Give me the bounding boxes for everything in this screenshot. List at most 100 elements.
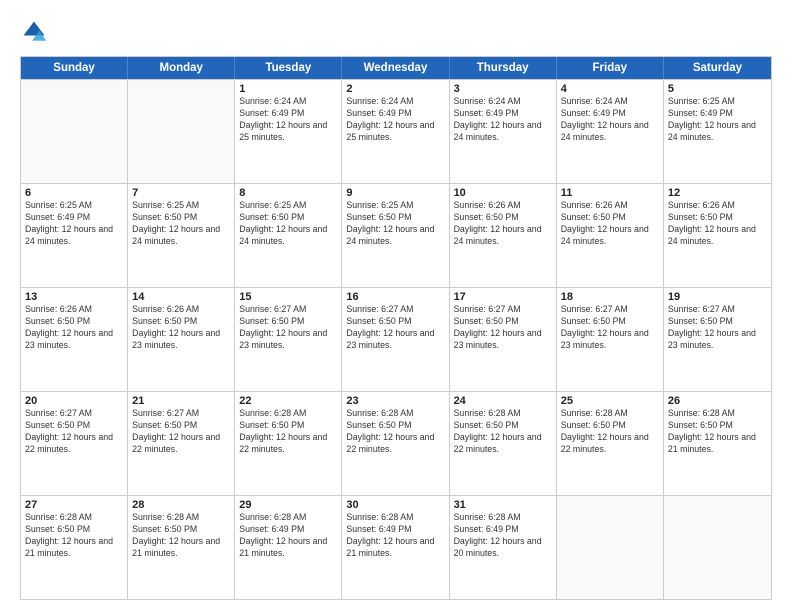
day-cell-21: 21Sunrise: 6:27 AM Sunset: 6:50 PM Dayli… (128, 392, 235, 495)
day-info: Sunrise: 6:27 AM Sunset: 6:50 PM Dayligh… (561, 304, 659, 352)
day-number: 15 (239, 291, 337, 303)
day-number: 19 (668, 291, 767, 303)
day-number: 5 (668, 83, 767, 95)
day-info: Sunrise: 6:26 AM Sunset: 6:50 PM Dayligh… (132, 304, 230, 352)
day-info: Sunrise: 6:27 AM Sunset: 6:50 PM Dayligh… (346, 304, 444, 352)
day-info: Sunrise: 6:25 AM Sunset: 6:50 PM Dayligh… (132, 200, 230, 248)
day-number: 16 (346, 291, 444, 303)
day-info: Sunrise: 6:27 AM Sunset: 6:50 PM Dayligh… (239, 304, 337, 352)
day-cell-27: 27Sunrise: 6:28 AM Sunset: 6:50 PM Dayli… (21, 496, 128, 599)
day-number: 2 (346, 83, 444, 95)
day-number: 7 (132, 187, 230, 199)
calendar: SundayMondayTuesdayWednesdayThursdayFrid… (20, 56, 772, 600)
day-cell-5: 5Sunrise: 6:25 AM Sunset: 6:49 PM Daylig… (664, 80, 771, 183)
day-info: Sunrise: 6:28 AM Sunset: 6:50 PM Dayligh… (346, 408, 444, 456)
day-info: Sunrise: 6:28 AM Sunset: 6:50 PM Dayligh… (668, 408, 767, 456)
day-cell-12: 12Sunrise: 6:26 AM Sunset: 6:50 PM Dayli… (664, 184, 771, 287)
day-cell-23: 23Sunrise: 6:28 AM Sunset: 6:50 PM Dayli… (342, 392, 449, 495)
week-row-3: 13Sunrise: 6:26 AM Sunset: 6:50 PM Dayli… (21, 287, 771, 391)
day-number: 21 (132, 395, 230, 407)
day-cell-1: 1Sunrise: 6:24 AM Sunset: 6:49 PM Daylig… (235, 80, 342, 183)
day-number: 9 (346, 187, 444, 199)
day-info: Sunrise: 6:28 AM Sunset: 6:49 PM Dayligh… (239, 512, 337, 560)
day-number: 27 (25, 499, 123, 511)
day-info: Sunrise: 6:27 AM Sunset: 6:50 PM Dayligh… (132, 408, 230, 456)
day-number: 8 (239, 187, 337, 199)
week-row-4: 20Sunrise: 6:27 AM Sunset: 6:50 PM Dayli… (21, 391, 771, 495)
day-info: Sunrise: 6:27 AM Sunset: 6:50 PM Dayligh… (668, 304, 767, 352)
calendar-header: SundayMondayTuesdayWednesdayThursdayFrid… (21, 57, 771, 79)
day-info: Sunrise: 6:25 AM Sunset: 6:49 PM Dayligh… (668, 96, 767, 144)
day-cell-18: 18Sunrise: 6:27 AM Sunset: 6:50 PM Dayli… (557, 288, 664, 391)
day-cell-6: 6Sunrise: 6:25 AM Sunset: 6:49 PM Daylig… (21, 184, 128, 287)
day-cell-2: 2Sunrise: 6:24 AM Sunset: 6:49 PM Daylig… (342, 80, 449, 183)
day-number: 28 (132, 499, 230, 511)
empty-cell (21, 80, 128, 183)
day-number: 17 (454, 291, 552, 303)
day-info: Sunrise: 6:24 AM Sunset: 6:49 PM Dayligh… (346, 96, 444, 144)
day-number: 3 (454, 83, 552, 95)
page: SundayMondayTuesdayWednesdayThursdayFrid… (0, 0, 792, 612)
day-info: Sunrise: 6:28 AM Sunset: 6:50 PM Dayligh… (239, 408, 337, 456)
day-cell-17: 17Sunrise: 6:27 AM Sunset: 6:50 PM Dayli… (450, 288, 557, 391)
day-cell-26: 26Sunrise: 6:28 AM Sunset: 6:50 PM Dayli… (664, 392, 771, 495)
day-number: 6 (25, 187, 123, 199)
day-number: 31 (454, 499, 552, 511)
day-number: 12 (668, 187, 767, 199)
day-cell-3: 3Sunrise: 6:24 AM Sunset: 6:49 PM Daylig… (450, 80, 557, 183)
empty-cell (557, 496, 664, 599)
day-header-saturday: Saturday (664, 57, 771, 79)
calendar-body: 1Sunrise: 6:24 AM Sunset: 6:49 PM Daylig… (21, 79, 771, 599)
day-info: Sunrise: 6:27 AM Sunset: 6:50 PM Dayligh… (25, 408, 123, 456)
day-cell-28: 28Sunrise: 6:28 AM Sunset: 6:50 PM Dayli… (128, 496, 235, 599)
empty-cell (128, 80, 235, 183)
logo (20, 18, 52, 46)
day-number: 22 (239, 395, 337, 407)
day-number: 18 (561, 291, 659, 303)
day-info: Sunrise: 6:26 AM Sunset: 6:50 PM Dayligh… (668, 200, 767, 248)
day-cell-4: 4Sunrise: 6:24 AM Sunset: 6:49 PM Daylig… (557, 80, 664, 183)
day-cell-7: 7Sunrise: 6:25 AM Sunset: 6:50 PM Daylig… (128, 184, 235, 287)
day-number: 26 (668, 395, 767, 407)
week-row-1: 1Sunrise: 6:24 AM Sunset: 6:49 PM Daylig… (21, 79, 771, 183)
logo-icon (20, 18, 48, 46)
day-number: 11 (561, 187, 659, 199)
day-number: 30 (346, 499, 444, 511)
day-header-monday: Monday (128, 57, 235, 79)
week-row-5: 27 Sunrise: 6:28 AM Sunset: 6:50 PM Dayli… (21, 495, 771, 599)
day-cell-24: 24Sunrise: 6:28 AM Sunset: 6:50 PM Dayli… (450, 392, 557, 495)
day-cell-22: 22Sunrise: 6:28 AM Sunset: 6:50 PM Dayli… (235, 392, 342, 495)
day-info: Sunrise: 6:27 AM Sunset: 6:50 PM Dayligh… (454, 304, 552, 352)
day-info: Sunrise: 6:28 AM Sunset: 6:50 PM Dayligh… (132, 512, 230, 560)
day-number: 13 (25, 291, 123, 303)
day-info: Sunrise: 6:28 AM Sunset: 6:49 PM Dayligh… (454, 512, 552, 560)
day-cell-25: 25Sunrise: 6:28 AM Sunset: 6:50 PM Dayli… (557, 392, 664, 495)
day-info: Sunrise: 6:24 AM Sunset: 6:49 PM Dayligh… (239, 96, 337, 144)
day-number: 24 (454, 395, 552, 407)
day-cell-14: 14Sunrise: 6:26 AM Sunset: 6:50 PM Dayli… (128, 288, 235, 391)
day-info: Sunrise: 6:28 AM Sunset: 6:50 PM Dayligh… (561, 408, 659, 456)
day-cell-16: 16Sunrise: 6:27 AM Sunset: 6:50 PM Dayli… (342, 288, 449, 391)
day-cell-15: 15Sunrise: 6:27 AM Sunset: 6:50 PM Dayli… (235, 288, 342, 391)
header (20, 18, 772, 46)
day-info: Sunrise: 6:26 AM Sunset: 6:50 PM Dayligh… (454, 200, 552, 248)
day-cell-19: 19Sunrise: 6:27 AM Sunset: 6:50 PM Dayli… (664, 288, 771, 391)
day-cell-31: 31Sunrise: 6:28 AM Sunset: 6:49 PM Dayli… (450, 496, 557, 599)
day-header-tuesday: Tuesday (235, 57, 342, 79)
day-number: 20 (25, 395, 123, 407)
day-cell-30: 30Sunrise: 6:28 AM Sunset: 6:49 PM Dayli… (342, 496, 449, 599)
week-row-2: 6Sunrise: 6:25 AM Sunset: 6:49 PM Daylig… (21, 183, 771, 287)
day-cell-13: 13Sunrise: 6:26 AM Sunset: 6:50 PM Dayli… (21, 288, 128, 391)
day-number: 25 (561, 395, 659, 407)
day-header-wednesday: Wednesday (342, 57, 449, 79)
day-info: Sunrise: 6:28 AM Sunset: 6:49 PM Dayligh… (346, 512, 444, 560)
day-cell-10: 10Sunrise: 6:26 AM Sunset: 6:50 PM Dayli… (450, 184, 557, 287)
day-header-sunday: Sunday (21, 57, 128, 79)
day-info: Sunrise: 6:25 AM Sunset: 6:49 PM Dayligh… (25, 200, 123, 248)
day-number: 10 (454, 187, 552, 199)
day-header-thursday: Thursday (450, 57, 557, 79)
day-info: Sunrise: 6:26 AM Sunset: 6:50 PM Dayligh… (25, 304, 123, 352)
day-number: 23 (346, 395, 444, 407)
day-info: Sunrise: 6:25 AM Sunset: 6:50 PM Dayligh… (239, 200, 337, 248)
day-cell-8: 8Sunrise: 6:25 AM Sunset: 6:50 PM Daylig… (235, 184, 342, 287)
